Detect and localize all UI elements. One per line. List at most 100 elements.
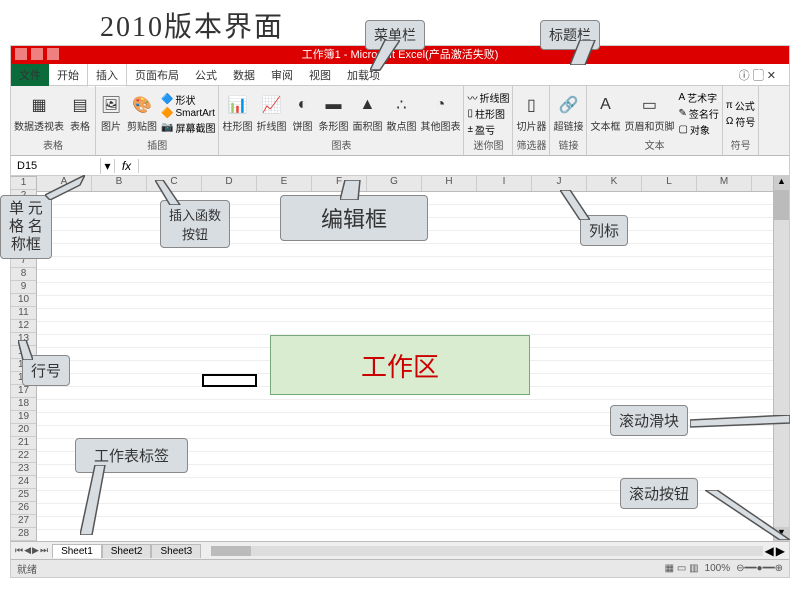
col-header[interactable]: G: [367, 176, 422, 191]
line-chart-button[interactable]: 📈折线图: [256, 93, 286, 133]
callout-scroll-thumb: 滚动滑块: [610, 405, 688, 436]
horizontal-scrollbar[interactable]: ◀▶: [201, 544, 789, 558]
zoom-controls[interactable]: ▦ ▭ ▥ 100% ⊖━━●━━⊕: [665, 563, 783, 574]
col-header[interactable]: H: [422, 176, 477, 191]
tab-insert[interactable]: 插入: [87, 63, 127, 87]
callout-scroll-button: 滚动按钮: [620, 478, 698, 509]
bar-chart-button[interactable]: ▬条形图: [318, 93, 348, 133]
clipart-button[interactable]: 🎨剪贴图: [127, 93, 157, 133]
row-header[interactable]: 27: [11, 515, 36, 528]
callout-work-area: 工作区: [270, 335, 530, 395]
sheet-nav-buttons[interactable]: ⏮◀▶⏭: [11, 545, 52, 556]
textbox-button[interactable]: A文本框: [590, 93, 620, 133]
column-headers[interactable]: ABCDEFGHIJKLM: [37, 176, 773, 192]
tab-formula[interactable]: 公式: [187, 64, 225, 86]
table-button[interactable]: ▤表格: [68, 93, 92, 133]
row-header[interactable]: 23: [11, 463, 36, 476]
row-header[interactable]: 18: [11, 398, 36, 411]
slicer-button[interactable]: ▯切片器: [516, 93, 546, 133]
column-chart-button[interactable]: 📊柱形图: [222, 93, 252, 133]
group-filter: 筛选器: [516, 137, 546, 152]
formula-bar[interactable]: [139, 164, 789, 168]
other-chart-button[interactable]: ◔其他图表: [420, 93, 460, 133]
row-header[interactable]: 26: [11, 502, 36, 515]
name-dropdown[interactable]: ▾: [101, 159, 115, 173]
name-box[interactable]: D15: [11, 158, 101, 174]
row-header[interactable]: 24: [11, 476, 36, 489]
vertical-scrollbar[interactable]: ▲ ▼: [773, 176, 789, 541]
group-symbols: 符号: [726, 137, 755, 152]
scatter-chart-button[interactable]: ∴散点图: [386, 93, 416, 133]
row-header[interactable]: 17: [11, 385, 36, 398]
pie-chart-button[interactable]: ◐饼图: [290, 93, 314, 133]
tab-file[interactable]: 文件: [11, 64, 49, 86]
sheet-tab-3[interactable]: Sheet3: [151, 544, 201, 558]
row-header[interactable]: 9: [11, 281, 36, 294]
sigline-button[interactable]: ✎ 签名行: [678, 106, 718, 121]
sparkline-button[interactable]: 〰 折线图: [467, 90, 509, 105]
sheet-tab-2[interactable]: Sheet2: [102, 544, 152, 558]
quick-access-toolbar[interactable]: [15, 46, 59, 60]
selected-cell[interactable]: [202, 374, 257, 387]
hyperlink-button[interactable]: 🔗超链接: [553, 93, 583, 133]
row-header[interactable]: 8: [11, 268, 36, 281]
tab-review[interactable]: 审阅: [263, 64, 301, 86]
row-header[interactable]: 28: [11, 528, 36, 541]
shapes-button[interactable]: 🔷 形状: [161, 92, 215, 107]
row-header[interactable]: 12: [11, 320, 36, 333]
col-header[interactable]: B: [92, 176, 147, 191]
group-illustrations: 插图: [99, 137, 215, 152]
tab-home[interactable]: 开始: [49, 64, 87, 86]
row-header[interactable]: 19: [11, 411, 36, 424]
col-header[interactable]: E: [257, 176, 312, 191]
fx-button[interactable]: fx: [115, 159, 139, 173]
row-header[interactable]: 10: [11, 294, 36, 307]
vscroll-track[interactable]: [774, 190, 789, 527]
status-bar: 就绪 ▦ ▭ ▥ 100% ⊖━━●━━⊕: [11, 559, 789, 577]
tab-data[interactable]: 数据: [225, 64, 263, 86]
group-text: 文本: [590, 137, 718, 152]
row-header[interactable]: 11: [11, 307, 36, 320]
row-header[interactable]: 25: [11, 489, 36, 502]
scroll-up-button[interactable]: ▲: [774, 176, 789, 190]
picture-button[interactable]: 🖼图片: [99, 93, 123, 133]
menu-bar: 文件 开始 插入 页面布局 公式 数据 审阅 视图 加载项 ⓘ ▢ ✕: [11, 64, 789, 86]
sparkwl-button[interactable]: ± 盈亏: [467, 122, 509, 137]
ribbon: ▦数据透视表 ▤表格 表格 🖼图片 🎨剪贴图 🔷 形状 🔶 SmartArt 📷…: [11, 86, 789, 156]
headerfooter-button[interactable]: ▭页眉和页脚: [624, 93, 674, 133]
col-header[interactable]: J: [532, 176, 587, 191]
group-tables: 表格: [14, 137, 92, 152]
window-controls[interactable]: —▢✕: [738, 64, 785, 82]
wordart-button[interactable]: A 艺术字: [678, 90, 718, 105]
col-header[interactable]: K: [587, 176, 642, 191]
callout-formula-bar: 编辑框: [280, 195, 428, 241]
tab-layout[interactable]: 页面布局: [127, 64, 187, 86]
row-header[interactable]: 20: [11, 424, 36, 437]
col-header[interactable]: I: [477, 176, 532, 191]
equation-button[interactable]: π 公式: [726, 98, 755, 113]
row-header[interactable]: 22: [11, 450, 36, 463]
group-charts: 图表: [222, 137, 460, 152]
col-header[interactable]: D: [202, 176, 257, 191]
row-header[interactable]: 21: [11, 437, 36, 450]
smartart-button[interactable]: 🔶 SmartArt: [161, 108, 215, 119]
formula-bar-row: D15 ▾ fx: [11, 156, 789, 176]
vscroll-thumb[interactable]: [774, 190, 789, 220]
group-sparklines: 迷你图: [467, 137, 509, 152]
callout-namebox: 单 元格 名称框: [0, 195, 52, 259]
symbol-button[interactable]: Ω 符号: [726, 114, 755, 129]
tab-view[interactable]: 视图: [301, 64, 339, 86]
row-header[interactable]: 1: [11, 177, 36, 190]
pivot-button[interactable]: ▦数据透视表: [14, 93, 64, 133]
sparkcol-button[interactable]: ▯ 柱形图: [467, 106, 509, 121]
col-header[interactable]: L: [642, 176, 697, 191]
screenshot-button[interactable]: 📷 屏幕截图: [161, 120, 215, 135]
status-ready: 就绪: [17, 561, 37, 576]
callout-fx-button: 插入函数按钮: [160, 200, 230, 248]
area-chart-button[interactable]: ▲面积图: [352, 93, 382, 133]
object-button[interactable]: ▢ 对象: [678, 122, 718, 137]
sheet-tab-1[interactable]: Sheet1: [52, 544, 102, 558]
hscroll-thumb[interactable]: [211, 546, 251, 556]
page-title: 2010版本界面: [100, 5, 284, 45]
col-header[interactable]: M: [697, 176, 752, 191]
